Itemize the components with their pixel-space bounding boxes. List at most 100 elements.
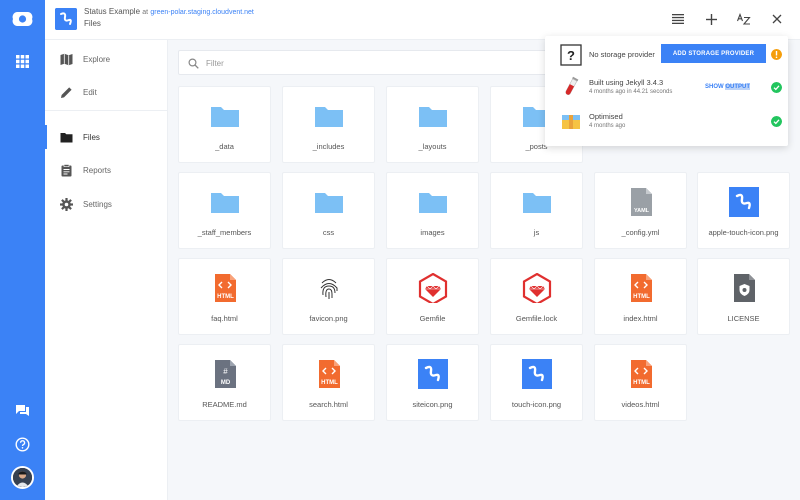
site-logo-icon	[55, 8, 77, 30]
success-check-icon	[771, 82, 782, 93]
markdown-file-icon: # MD	[214, 360, 236, 388]
file-name: Gemfile	[419, 314, 446, 323]
clipboard-icon	[61, 163, 72, 176]
file-name: siteicon.png	[412, 400, 453, 409]
file-tile[interactable]: _layouts	[386, 86, 479, 163]
output-label: OUTPUT	[725, 84, 751, 90]
chat-icon[interactable]	[15, 404, 30, 418]
svg-text:HTML: HTML	[633, 294, 650, 300]
file-name: css	[322, 228, 335, 237]
site-title: Status Example at green-polar.staging.cl…	[84, 7, 254, 16]
build-notification: Built using Jekyll 3.4.3 4 months ago in…	[545, 70, 788, 104]
file-tile[interactable]: js	[490, 172, 583, 249]
sort-az-button[interactable]	[735, 10, 753, 28]
folder-file-icon	[314, 193, 343, 213]
sidebar-item-label: Settings	[83, 199, 112, 209]
ruby-file-icon	[522, 273, 551, 303]
file-tile[interactable]: LICENSE	[697, 258, 790, 335]
svg-text:HTML: HTML	[321, 380, 338, 386]
svg-text:HTML: HTML	[217, 294, 234, 300]
notifications-popover: ? No storage provider ADD STORAGE PROVID…	[545, 36, 788, 146]
file-tile[interactable]: HTML faq.html	[178, 258, 271, 335]
warning-icon	[771, 49, 782, 60]
file-name: Gemfile.lock	[515, 314, 558, 323]
cloudcannon-logo[interactable]	[11, 10, 34, 28]
sidebar-item-explore[interactable]: Explore	[45, 44, 168, 74]
svg-text:YAML: YAML	[633, 208, 649, 214]
file-name: _includes	[312, 142, 345, 151]
file-tile[interactable]: # MD README.md	[178, 344, 271, 421]
breadcrumb-section: Files	[84, 19, 101, 28]
file-tile[interactable]: HTML search.html	[282, 344, 375, 421]
ruby-file-icon	[418, 273, 447, 303]
sidebar-item-edit[interactable]: Edit	[45, 77, 168, 107]
file-tile[interactable]: _includes	[282, 86, 375, 163]
section-sidebar: Explore Edit Files Reports Settings	[45, 40, 168, 500]
gear-icon	[60, 197, 73, 211]
app-rail	[0, 0, 45, 500]
show-label: SHOW	[705, 84, 724, 90]
html-file-icon: HTML	[630, 360, 652, 388]
fingerprint-file-icon	[320, 279, 337, 299]
plus-icon	[705, 13, 717, 25]
sidebar-item-label: Files	[83, 132, 100, 142]
file-tile[interactable]: Gemfile.lock	[490, 258, 583, 335]
close-button[interactable]	[768, 10, 786, 28]
file-name: _data	[215, 142, 234, 151]
folder-file-icon	[210, 107, 239, 127]
user-avatar[interactable]	[11, 466, 34, 489]
file-tile[interactable]: YAML _config.yml	[594, 172, 687, 249]
file-tile[interactable]: css	[282, 172, 375, 249]
sidebar-divider	[45, 110, 168, 111]
folder-file-icon	[418, 193, 447, 213]
image-file-icon	[521, 359, 552, 389]
close-icon	[772, 14, 782, 24]
sidebar-item-label: Explore	[83, 54, 111, 64]
file-tile[interactable]: apple-touch-icon.png	[697, 172, 790, 249]
optimise-box-icon	[562, 115, 580, 129]
file-name: _config.yml	[621, 228, 660, 237]
svg-text:#: #	[223, 367, 228, 376]
show-output-link[interactable]: SHOW OUTPUT	[705, 84, 751, 90]
file-tile[interactable]: HTML index.html	[594, 258, 687, 335]
image-file-icon	[728, 187, 759, 217]
folder-file-icon	[210, 193, 239, 213]
storage-notification: ? No storage provider ADD STORAGE PROVID…	[545, 36, 788, 70]
file-name: apple-touch-icon.png	[708, 228, 779, 237]
file-tile[interactable]: images	[386, 172, 479, 249]
file-tile[interactable]: _data	[178, 86, 271, 163]
build-meta: 4 months ago in 44.21 seconds	[589, 89, 673, 95]
file-tile[interactable]: siteicon.png	[386, 344, 479, 421]
sidebar-item-files[interactable]: Files	[45, 122, 168, 152]
file-tile[interactable]: favicon.png	[282, 258, 375, 335]
pencil-icon	[61, 86, 72, 98]
sidebar-item-settings[interactable]: Settings	[45, 189, 168, 219]
site-url-link[interactable]: green-polar.staging.cloudvent.net	[150, 9, 254, 16]
sidebar-item-label: Edit	[83, 87, 97, 97]
file-name: _staff_members	[197, 228, 252, 237]
file-tile[interactable]: _staff_members	[178, 172, 271, 249]
add-storage-provider-button[interactable]: ADD STORAGE PROVIDER	[661, 44, 766, 63]
filter-input[interactable]	[206, 56, 546, 71]
apps-grid-icon[interactable]	[16, 55, 29, 68]
file-tile[interactable]: Gemfile	[386, 258, 479, 335]
image-file-icon	[417, 359, 448, 389]
sidebar-item-label: Reports	[83, 165, 112, 175]
yaml-file-icon: YAML	[630, 188, 652, 216]
folder-file-icon	[522, 193, 551, 213]
list-view-button[interactable]	[669, 10, 687, 28]
build-title: Built using Jekyll 3.4.3	[589, 78, 664, 87]
folder-file-icon	[314, 107, 343, 127]
file-tile[interactable]: touch-icon.png	[490, 344, 583, 421]
folder-file-icon	[418, 107, 447, 127]
optimise-notification: Optimised 4 months ago	[545, 104, 788, 138]
file-tile[interactable]: HTML videos.html	[594, 344, 687, 421]
top-header: Status Example at green-polar.staging.cl…	[45, 0, 800, 40]
sidebar-item-reports[interactable]: Reports	[45, 155, 168, 185]
add-file-button[interactable]	[702, 10, 720, 28]
svg-text:HTML: HTML	[633, 380, 650, 386]
file-name: search.html	[309, 400, 348, 409]
html-file-icon: HTML	[630, 274, 652, 302]
help-icon[interactable]	[15, 437, 30, 452]
list-view-icon	[672, 14, 684, 24]
